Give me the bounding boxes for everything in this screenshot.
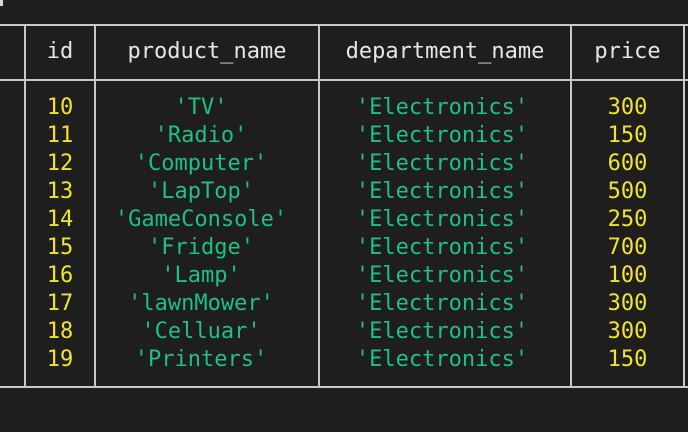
query-result-table: id product_name department_name price 10…	[0, 24, 688, 390]
cell-price: 250	[607, 207, 648, 232]
column-id-values: 10 11 12 13 14 15 16 17 18 19	[26, 94, 94, 374]
cell-department-name: 'Electronics'	[355, 179, 529, 204]
cell-product-name: 'Printers'	[134, 347, 268, 372]
cell-price: 300	[607, 95, 648, 120]
cell-product-name: 'Radio'	[154, 123, 248, 148]
column-header-department-name[interactable]: department_name	[320, 24, 570, 80]
cell-id: 11	[46, 123, 74, 148]
cell-price: 600	[607, 151, 648, 176]
cell-id: 17	[46, 291, 74, 316]
cell-product-name: 'LapTop'	[148, 179, 254, 204]
cell-price: 300	[607, 291, 648, 316]
cell-product-name: 'TV'	[174, 95, 228, 120]
column-header-price[interactable]: price	[572, 24, 683, 80]
cell-department-name: 'Electronics'	[355, 123, 529, 148]
cell-product-name: 'Fridge'	[148, 235, 254, 260]
cursor-mark	[0, 0, 3, 6]
column-department-name-values: 'Electronics' 'Electronics' 'Electronics' '…	[320, 94, 564, 374]
column-price-values: 300 150 600 500 250 700 100 300 300 150	[572, 94, 683, 374]
cell-price: 700	[607, 235, 648, 260]
cell-id: 19	[46, 347, 74, 372]
cell-product-name: 'Lamp'	[161, 263, 241, 288]
cell-department-name: 'Electronics'	[355, 347, 529, 372]
cell-product-name: 'Computer'	[134, 151, 268, 176]
column-border	[683, 24, 685, 388]
cell-product-name: 'Celluar'	[141, 319, 261, 344]
column-header-product-name[interactable]: product_name	[96, 24, 318, 80]
cell-department-name: 'Electronics'	[355, 207, 529, 232]
cell-id: 14	[46, 207, 74, 232]
cell-price: 100	[607, 263, 648, 288]
cell-department-name: 'Electronics'	[355, 291, 529, 316]
cell-price: 150	[607, 347, 648, 372]
table-bottom-border	[0, 386, 688, 388]
cell-id: 15	[46, 235, 74, 260]
cell-product-name: 'lawnMower'	[128, 291, 274, 316]
cell-department-name: 'Electronics'	[355, 263, 529, 288]
cell-price: 500	[607, 179, 648, 204]
cell-id: 12	[46, 151, 74, 176]
cell-id: 18	[46, 319, 74, 344]
cell-id: 10	[46, 95, 74, 120]
cell-price: 150	[607, 123, 648, 148]
cell-id: 13	[46, 179, 74, 204]
cell-product-name: 'GameConsole'	[114, 207, 288, 232]
cell-department-name: 'Electronics'	[355, 95, 529, 120]
column-header-id[interactable]: id	[26, 24, 94, 80]
cell-department-name: 'Electronics'	[355, 319, 529, 344]
cell-id: 16	[46, 263, 74, 288]
column-product-name-values: 'TV' 'Radio' 'Computer' 'LapTop' 'GameConsol…	[96, 94, 306, 374]
cell-price: 300	[607, 319, 648, 344]
cell-department-name: 'Electronics'	[355, 151, 529, 176]
cell-department-name: 'Electronics'	[355, 235, 529, 260]
